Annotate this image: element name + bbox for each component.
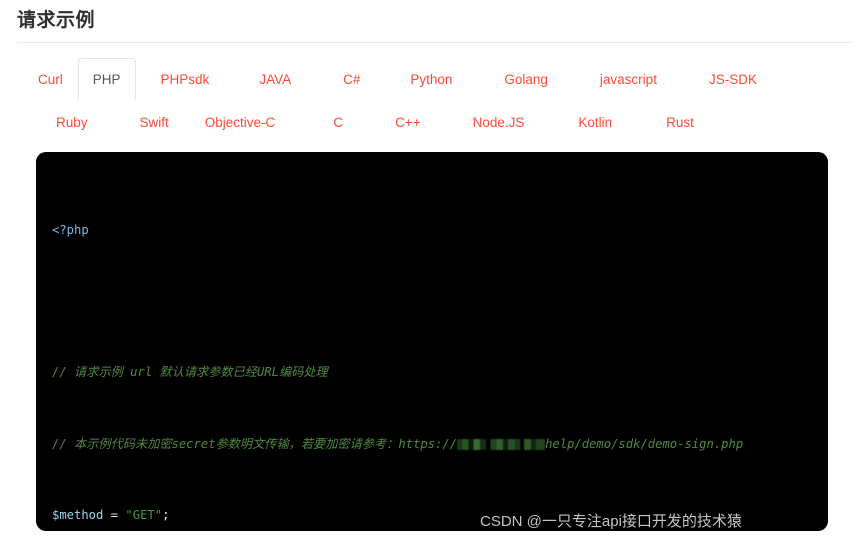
tab-java[interactable]: JAVA: [244, 58, 306, 101]
code-line-comment-2: // 本示例代码未加密secret参数明文传输，若要加密请参考：https://…: [52, 436, 822, 454]
code-sample-panel[interactable]: <?php // 请求示例 url 默认请求参数已经URL编码处理 // 本示例…: [36, 152, 828, 531]
tab-golang[interactable]: Golang: [489, 58, 563, 101]
tab-cpp[interactable]: C++: [380, 101, 436, 144]
tab-nodejs[interactable]: Node.JS: [458, 101, 540, 144]
tab-rust[interactable]: Rust: [651, 101, 709, 144]
code-line-comment-1: // 请求示例 url 默认请求参数已经URL编码处理: [52, 364, 822, 382]
tab-objective-c[interactable]: Objective-C: [190, 101, 291, 144]
title-divider: [17, 42, 851, 43]
code-line-open-tag: <?php: [52, 222, 822, 240]
tab-kotlin[interactable]: Kotlin: [563, 101, 627, 144]
code-var-method: $method: [52, 508, 104, 523]
php-open-tag: <?php: [52, 222, 89, 237]
tab-csharp[interactable]: C#: [328, 58, 375, 101]
redacted-domain-icon: [457, 438, 546, 450]
tab-python[interactable]: Python: [395, 58, 467, 101]
code-op-assign-1: =: [103, 508, 126, 523]
language-tab-bar: Curl PHP PHPsdk JAVA C# Python Golang ja…: [17, 58, 853, 144]
code-value-method: "GET": [125, 508, 163, 523]
tab-ruby[interactable]: Ruby: [41, 101, 103, 144]
tab-c[interactable]: C: [318, 101, 358, 144]
code-comment-2-prefix: // 本示例代码未加密secret参数明文传输，若要加密请参考：https://: [52, 436, 458, 451]
code-sample-text: <?php // 请求示例 url 默认请求参数已经URL编码处理 // 本示例…: [52, 168, 822, 531]
code-line-method: $method = "GET";: [52, 507, 822, 525]
tab-javascript[interactable]: javascript: [585, 58, 672, 101]
code-semicolon-1: ;: [162, 508, 170, 523]
page-title: 请求示例: [17, 10, 96, 31]
tab-js-sdk[interactable]: JS-SDK: [694, 58, 772, 101]
tab-php[interactable]: PHP: [77, 58, 136, 101]
code-comment-2-suffix: help/demo/sdk/demo-sign.php: [545, 436, 744, 451]
tab-phpsdk[interactable]: PHPsdk: [146, 58, 225, 101]
tab-swift[interactable]: Swift: [125, 101, 184, 144]
tab-curl[interactable]: Curl: [23, 58, 78, 101]
code-comment-1: // 请求示例 url 默认请求参数已经URL编码处理: [52, 365, 328, 380]
request-example-page: 请求示例 Curl PHP PHPsdk JAVA C# Python Gola…: [0, 0, 864, 544]
